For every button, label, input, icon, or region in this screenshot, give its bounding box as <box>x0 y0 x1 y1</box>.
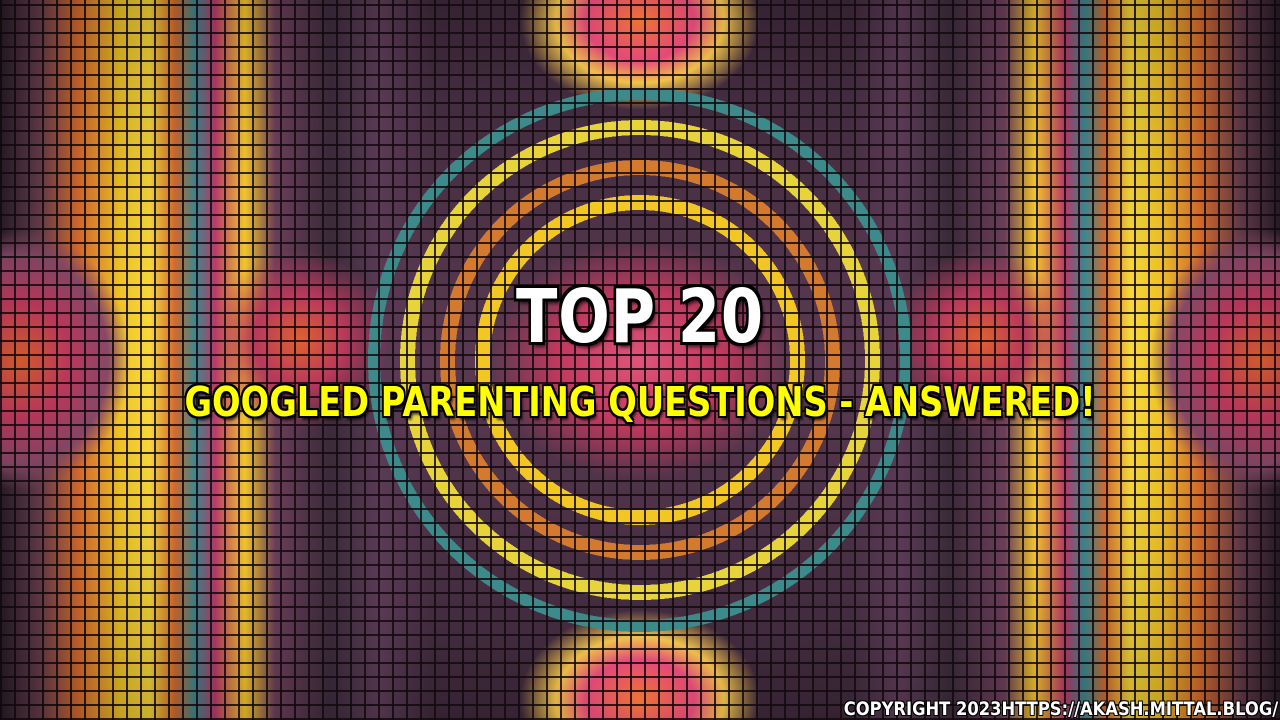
headline-subtitle: GOOGLED PARENTING QUESTIONS - ANSWERED! <box>184 378 1096 426</box>
mosaic-background <box>0 0 1280 720</box>
thumbnail-canvas: TOP 20 GOOGLED PARENTING QUESTIONS - ANS… <box>0 0 1280 720</box>
headline-title: TOP 20 <box>516 274 764 360</box>
copyright-notice: COPYRIGHT 2023HTTPS://AKASH.MITTAL.BLOG/ <box>843 698 1278 720</box>
